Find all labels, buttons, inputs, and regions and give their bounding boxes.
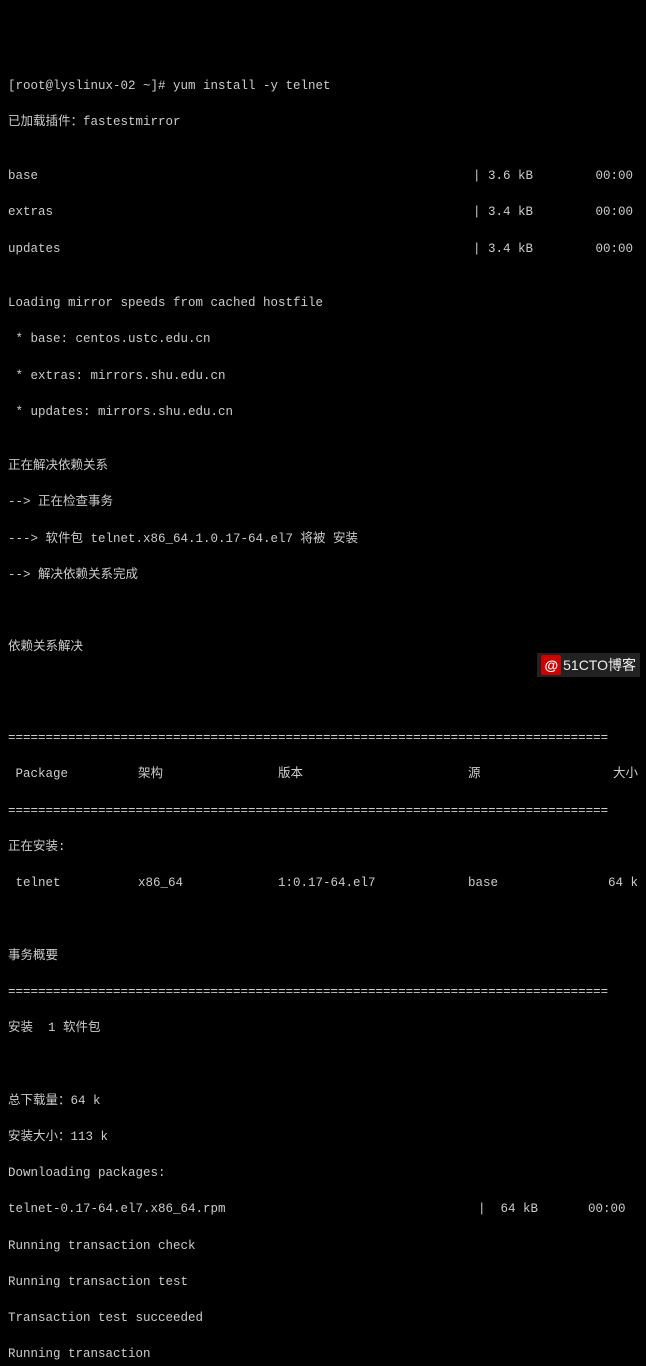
deps-done: --> 解决依赖关系完成 — [8, 566, 638, 584]
blank — [8, 1055, 638, 1073]
blank — [8, 675, 638, 693]
checking-tx: --> 正在检查事务 — [8, 493, 638, 511]
mirror-line: * updates: mirrors.shu.edu.cn — [8, 403, 638, 421]
test-succeeded: Transaction test succeeded — [8, 1309, 638, 1327]
repo-time: 00:00 — [573, 167, 638, 185]
repo-size: | 3.4 kB — [473, 240, 573, 258]
plugins-line: 已加载插件：fastestmirror — [8, 113, 638, 131]
th-arch: 架构 — [138, 765, 278, 783]
repo-row: extras| 3.4 kB 00:00 — [8, 203, 638, 221]
total-download: 总下载量：64 k — [8, 1092, 638, 1110]
th-size: 大小 — [568, 765, 638, 783]
td-arch: x86_64 — [138, 874, 278, 892]
repo-row: updates| 3.4 kB 00:00 — [8, 240, 638, 258]
repo-time: 00:00 — [573, 240, 638, 258]
repo-name: extras — [8, 203, 473, 221]
running-test: Running transaction test — [8, 1273, 638, 1291]
prompt-userhost: [root@lyslinux-02 ~]# — [8, 79, 173, 93]
separator-eq: ========================================… — [8, 983, 638, 1001]
download-row: telnet-0.17-64.el7.x86_64.rpm | 64 kB 00… — [8, 1200, 638, 1218]
tx-summary: 事务概要 — [8, 947, 638, 965]
dl-time: 00:00 — [573, 1200, 638, 1218]
repo-name: base — [8, 167, 473, 185]
th-repo: 源 — [468, 765, 568, 783]
blank — [8, 910, 638, 928]
td-repo: base — [468, 874, 568, 892]
downloading-packages: Downloading packages: — [8, 1164, 638, 1182]
running-tx: Running transaction — [8, 1345, 638, 1363]
install-count: 安装 1 软件包 — [8, 1019, 638, 1037]
pkg-will-install: ---> 软件包 telnet.x86_64.1.0.17-64.el7 将被 … — [8, 530, 638, 548]
repo-time: 00:00 — [573, 203, 638, 221]
table-row: telnet x86_64 1:0.17-64.el7 base 64 k — [8, 874, 638, 892]
dl-filename: telnet-0.17-64.el7.x86_64.rpm — [8, 1200, 478, 1218]
repo-size: | 3.4 kB — [473, 203, 573, 221]
installed-size: 安装大小：113 k — [8, 1128, 638, 1146]
td-version: 1:0.17-64.el7 — [278, 874, 468, 892]
command-text: yum install -y telnet — [173, 79, 331, 93]
blank — [8, 602, 638, 620]
th-package: Package — [8, 765, 138, 783]
separator-eq: ========================================… — [8, 802, 638, 820]
at-icon: @ — [541, 655, 561, 675]
table-header: Package 架构 版本 源 大小 — [8, 765, 638, 783]
th-version: 版本 — [278, 765, 468, 783]
resolving-deps: 正在解决依赖关系 — [8, 457, 638, 475]
mirror-line: * base: centos.ustc.edu.cn — [8, 330, 638, 348]
td-size: 64 k — [568, 874, 638, 892]
td-package: telnet — [8, 874, 138, 892]
repo-size: | 3.6 kB — [473, 167, 573, 185]
prompt-line-1[interactable]: [root@lyslinux-02 ~]# yum install -y tel… — [8, 77, 638, 95]
separator-eq: ========================================… — [8, 729, 638, 747]
watermark: @51CTO博客 — [537, 653, 640, 677]
loading-mirror: Loading mirror speeds from cached hostfi… — [8, 294, 638, 312]
watermark-text: 51CTO博客 — [563, 655, 636, 675]
installing-label: 正在安装: — [8, 838, 638, 856]
mirror-line: * extras: mirrors.shu.edu.cn — [8, 367, 638, 385]
repo-row: base| 3.6 kB 00:00 — [8, 167, 638, 185]
repo-name: updates — [8, 240, 473, 258]
dl-size: | 64 kB — [478, 1200, 573, 1218]
running-check: Running transaction check — [8, 1237, 638, 1255]
